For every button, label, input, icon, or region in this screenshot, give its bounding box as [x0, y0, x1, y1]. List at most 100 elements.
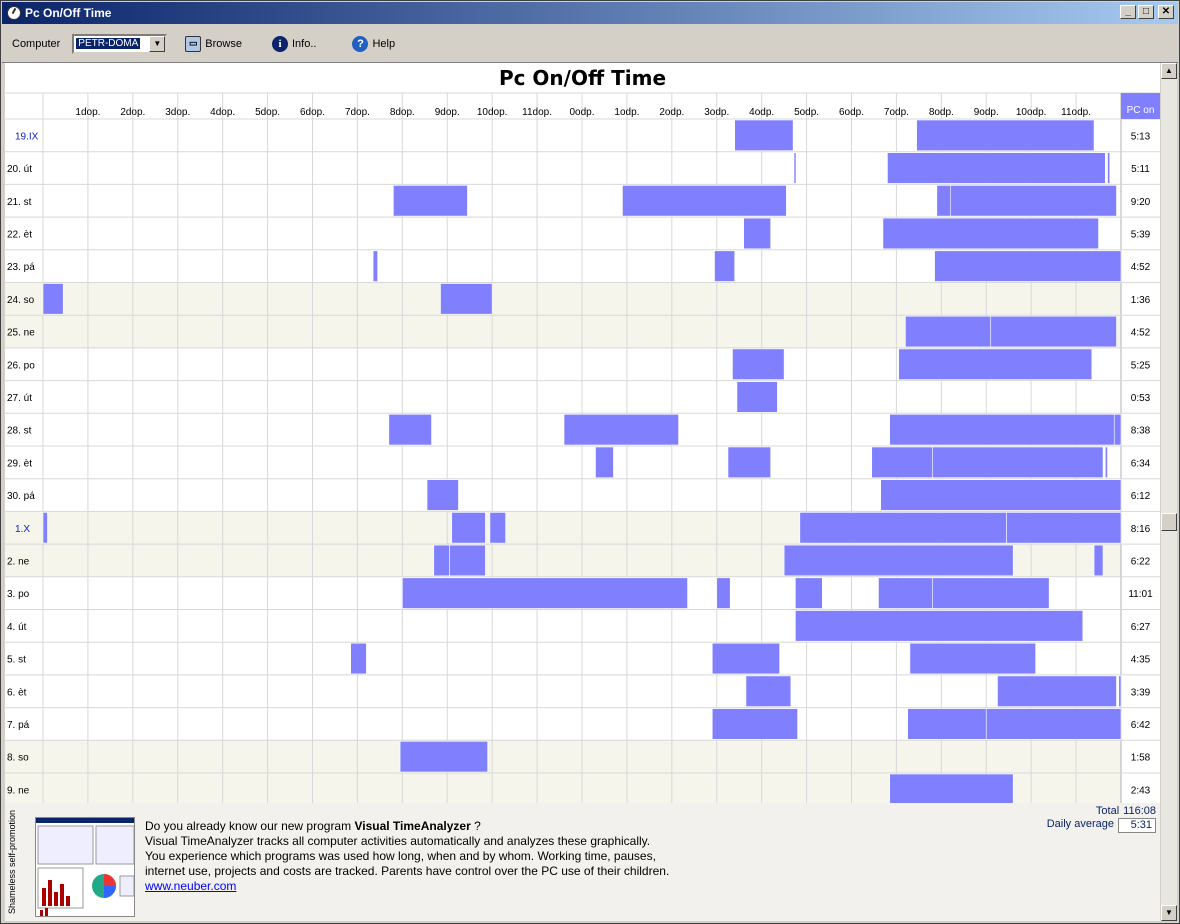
hour-tick-label: 11dop.: [522, 107, 552, 118]
promo-line-1: Do you already know our new program: [145, 819, 352, 833]
scroll-down-button[interactable]: ▼: [1161, 905, 1177, 921]
on-interval-bar: [887, 152, 1106, 184]
pc-on-header: PC on: [1121, 93, 1160, 119]
computer-select[interactable]: PETR-DOMA ▼: [72, 33, 168, 54]
promo-suffix: ?: [470, 819, 481, 833]
clock-icon: [7, 6, 21, 20]
row-background: [5, 674, 1121, 708]
row-background: [5, 282, 1121, 316]
row-background: [5, 380, 1121, 414]
minimize-button[interactable]: _: [1120, 5, 1136, 19]
on-interval-bar: [905, 315, 992, 348]
day-total-label: 6:34: [1131, 458, 1151, 469]
day-total-label: 2:43: [1131, 785, 1151, 796]
on-interval-bar: [372, 250, 378, 282]
on-interval-bar: [934, 250, 1122, 282]
day-label: 2. ne: [7, 556, 30, 567]
day-label: 8. so: [7, 753, 29, 764]
on-interval-bar: [711, 708, 798, 740]
hour-tick-label: 10odp.: [1016, 107, 1047, 118]
on-interval-bar: [932, 577, 1050, 609]
on-interval-bar: [393, 185, 468, 217]
help-button[interactable]: ? Help: [348, 31, 399, 57]
on-interval-bar: [985, 708, 1122, 740]
on-interval-bar: [997, 675, 1117, 707]
info-button[interactable]: i Info..: [268, 31, 320, 57]
on-interval-bar: [916, 119, 1095, 152]
on-interval-bar: [882, 217, 1099, 250]
chevron-down-icon[interactable]: ▼: [149, 35, 166, 52]
maximize-button[interactable]: □: [1138, 5, 1154, 19]
hour-tick-label: 8dop.: [390, 107, 415, 118]
browse-icon: ▭: [185, 35, 202, 52]
day-label: 9. ne: [7, 785, 30, 796]
on-interval-bar: [433, 544, 450, 577]
on-interval-bar: [799, 512, 1007, 544]
on-interval-bar: [42, 283, 64, 315]
computer-label: Computer: [12, 37, 61, 50]
on-interval-bar: [1104, 446, 1108, 479]
day-label: 7. pá: [7, 720, 30, 731]
on-interval-bar: [1006, 512, 1122, 544]
on-interval-bar: [783, 544, 1014, 577]
on-interval-bar: [350, 642, 367, 675]
browse-button[interactable]: ▭ Browse: [181, 31, 246, 57]
promo-line-4: internet use, projects and costs are tra…: [145, 864, 670, 878]
on-interval-bar: [451, 512, 486, 544]
hour-tick-label: 5dop.: [255, 107, 280, 118]
on-interval-bar: [736, 381, 778, 413]
day-total-label: 6:27: [1131, 622, 1151, 633]
hour-tick-label: 0odp.: [569, 107, 594, 118]
computer-select-value: PETR-DOMA: [76, 38, 141, 49]
day-total-label: 4:52: [1131, 262, 1151, 273]
chart-area: Pc On/Off Time 1dop. 2dop. 3dop. 4dop. 5dop.…: [5, 63, 1160, 803]
day-label: 30. pá: [7, 491, 35, 502]
on-interval-bar: [889, 773, 1014, 803]
day-total-label: 5:25: [1131, 360, 1151, 371]
on-interval-bar: [711, 642, 780, 675]
hour-tick-label: 4odp.: [749, 107, 774, 118]
day-label: 22. èt: [7, 229, 32, 240]
on-interval-bar: [449, 544, 486, 577]
on-interval-bar: [732, 348, 785, 380]
promo-link[interactable]: www.neuber.com: [145, 879, 236, 893]
on-interval-bar: [489, 512, 506, 544]
day-label: 28. st: [7, 426, 32, 437]
on-interval-bar: [936, 185, 951, 217]
app-window: Pc On/Off Time _ □ ✕ Computer PETR-DOMA …: [0, 0, 1180, 924]
day-total-label: 6:22: [1131, 556, 1151, 567]
hour-tick-label: 6dop.: [300, 107, 325, 118]
day-label: 24. so: [7, 295, 35, 306]
on-interval-bar: [42, 512, 48, 544]
scroll-thumb[interactable]: [1161, 513, 1177, 531]
hour-tick-label: 7dop.: [345, 107, 370, 118]
hour-tick-label: 3odp.: [704, 107, 729, 118]
on-interval-bar: [795, 610, 1084, 642]
day-total-label: 5:39: [1131, 229, 1151, 240]
hour-tick-label: 4dop.: [210, 107, 235, 118]
day-label: 4. út: [7, 622, 27, 633]
on-interval-bar: [622, 185, 787, 217]
on-interval-bar: [793, 152, 797, 184]
hour-tick-label: 10dop.: [477, 107, 508, 118]
day-total-label: 3:39: [1131, 687, 1151, 698]
on-interval-bar: [743, 217, 771, 250]
hour-tick-label: 5odp.: [794, 107, 819, 118]
hour-tick-label: 9dop.: [435, 107, 460, 118]
on-interval-bar: [563, 413, 679, 446]
on-interval-bar: [1093, 544, 1104, 577]
vertical-scrollbar[interactable]: ▲ ▼: [1160, 63, 1177, 921]
close-button[interactable]: ✕: [1158, 5, 1174, 19]
on-interval-bar: [716, 577, 731, 609]
on-interval-bar: [734, 119, 794, 152]
day-total-label: 4:52: [1131, 328, 1151, 339]
scroll-up-button[interactable]: ▲: [1161, 63, 1177, 79]
help-icon: ?: [352, 35, 369, 52]
hour-tick-label: 8odp.: [929, 107, 954, 118]
day-label: 1.X: [15, 524, 30, 535]
day-total-label: 8:38: [1131, 426, 1151, 437]
hour-tick-label: 2dop.: [120, 107, 145, 118]
hour-tick-label: 1odp.: [614, 107, 639, 118]
on-interval-bar: [932, 446, 1104, 479]
on-interval-bar: [907, 708, 987, 740]
